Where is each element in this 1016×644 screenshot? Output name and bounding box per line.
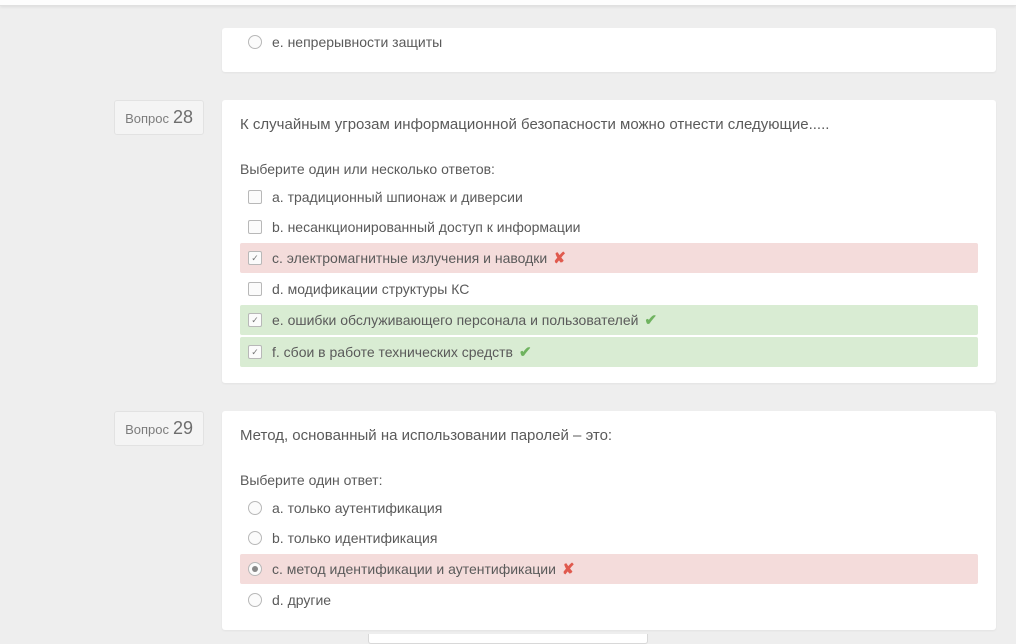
cross-icon: ✘ [553, 249, 566, 267]
checkbox-control[interactable] [248, 282, 262, 296]
option-label: d. другие [272, 592, 331, 608]
question-row-29: Вопрос 29 Метод, основанный на использов… [0, 411, 1016, 630]
option-list-28: a. традиционный шпионаж и диверсии b. нес… [240, 183, 978, 367]
answer-option[interactable]: a. традиционный шпионаж и диверсии [240, 183, 978, 211]
option-list-prev: e. непрерывности защиты [240, 28, 978, 56]
option-label: b. несанкционированный доступ к информац… [272, 219, 581, 235]
radio-control[interactable] [248, 531, 262, 545]
option-label: a. традиционный шпионаж и диверсии [272, 189, 523, 205]
radio-control[interactable] [248, 562, 262, 576]
answer-option[interactable]: b. только идентификация [240, 524, 978, 552]
answer-option[interactable]: f. сбои в работе технических средств ✔ [240, 337, 978, 367]
answer-option[interactable]: d. другие [240, 586, 978, 614]
check-icon: ✔ [519, 343, 532, 361]
answer-option[interactable]: a. только аутентификация [240, 494, 978, 522]
question-instruction: Выберите один ответ: [240, 472, 978, 488]
option-label: b. только идентификация [272, 530, 437, 546]
answer-option[interactable]: c. метод идентификации и аутентификации ✘ [240, 554, 978, 584]
option-label: e. ошибки обслуживающего персонала и пол… [272, 312, 638, 328]
answer-option[interactable]: b. несанкционированный доступ к информац… [240, 213, 978, 241]
question-number: 29 [173, 418, 193, 439]
radio-control[interactable] [248, 35, 262, 49]
option-label: c. электромагнитные излучения и наводки [272, 250, 547, 266]
question-number: 28 [173, 107, 193, 128]
answer-option[interactable]: e. ошибки обслуживающего персонала и пол… [240, 305, 978, 335]
question-row-prev: e. непрерывности защиты [0, 28, 1016, 72]
checkbox-control[interactable] [248, 190, 262, 204]
radio-control[interactable] [248, 593, 262, 607]
checkbox-control[interactable] [248, 251, 262, 265]
question-text: Метод, основанный на использовании парол… [240, 425, 978, 446]
option-label: a. только аутентификация [272, 500, 442, 516]
top-bar [0, 0, 1016, 6]
partial-next-box [368, 634, 648, 644]
answer-option[interactable]: c. электромагнитные излучения и наводки ✘ [240, 243, 978, 273]
question-instruction: Выберите один или несколько ответов: [240, 161, 978, 177]
question-card-29: Метод, основанный на использовании парол… [222, 411, 996, 630]
answer-option[interactable]: e. непрерывности защиты [240, 28, 978, 56]
option-label: e. непрерывности защиты [272, 34, 442, 50]
question-label-28: Вопрос 28 [114, 100, 204, 135]
option-list-29: a. только аутентификация b. только иденти… [240, 494, 978, 614]
question-word: Вопрос [125, 111, 169, 126]
option-label: f. сбои в работе технических средств [272, 344, 513, 360]
question-text: К случайным угрозам информационной безоп… [240, 114, 978, 135]
option-label: d. модификации структуры КС [272, 281, 469, 297]
cross-icon: ✘ [562, 560, 575, 578]
check-icon: ✔ [644, 311, 657, 329]
answer-option[interactable]: d. модификации структуры КС [240, 275, 978, 303]
checkbox-control[interactable] [248, 345, 262, 359]
checkbox-control[interactable] [248, 220, 262, 234]
question-label-29: Вопрос 29 [114, 411, 204, 446]
radio-control[interactable] [248, 501, 262, 515]
question-card-prev: e. непрерывности защиты [222, 28, 996, 72]
question-row-28: Вопрос 28 К случайным угрозам информацио… [0, 100, 1016, 383]
checkbox-control[interactable] [248, 313, 262, 327]
question-card-28: К случайным угрозам информационной безоп… [222, 100, 996, 383]
option-label: c. метод идентификации и аутентификации [272, 561, 556, 577]
question-word: Вопрос [125, 422, 169, 437]
